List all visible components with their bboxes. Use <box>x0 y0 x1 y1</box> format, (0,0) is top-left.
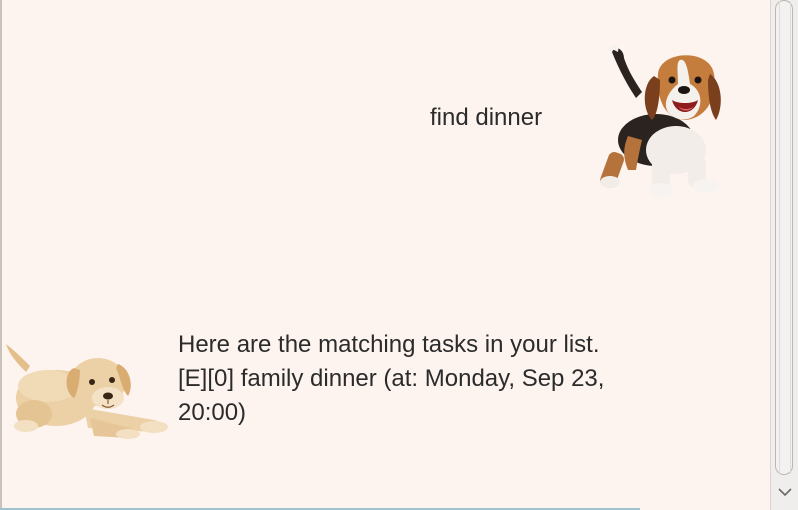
user-avatar <box>598 40 728 200</box>
labrador-puppy-icon <box>6 344 168 439</box>
bot-message-line: 20:00) <box>178 399 247 426</box>
bot-message-line: Here are the matching tasks in your list… <box>178 331 600 358</box>
scroll-down-button[interactable] <box>775 482 795 502</box>
bot-message-line: [E][0] family dinner (at: Monday, Sep 23… <box>178 365 605 392</box>
bot-message-text: Here are the matching tasks in your list… <box>178 328 738 430</box>
vertical-scrollbar[interactable] <box>770 0 798 510</box>
scrollbar-thumb[interactable] <box>775 0 793 475</box>
bot-avatar <box>4 338 182 440</box>
chat-window: find dinner Here are the matching tasks … <box>0 0 798 510</box>
user-message-text: find dinner <box>430 104 543 131</box>
chevron-down-icon <box>778 488 792 497</box>
beagle-puppy-icon <box>600 44 721 197</box>
dialog-container[interactable]: find dinner Here are the matching tasks … <box>2 0 770 508</box>
